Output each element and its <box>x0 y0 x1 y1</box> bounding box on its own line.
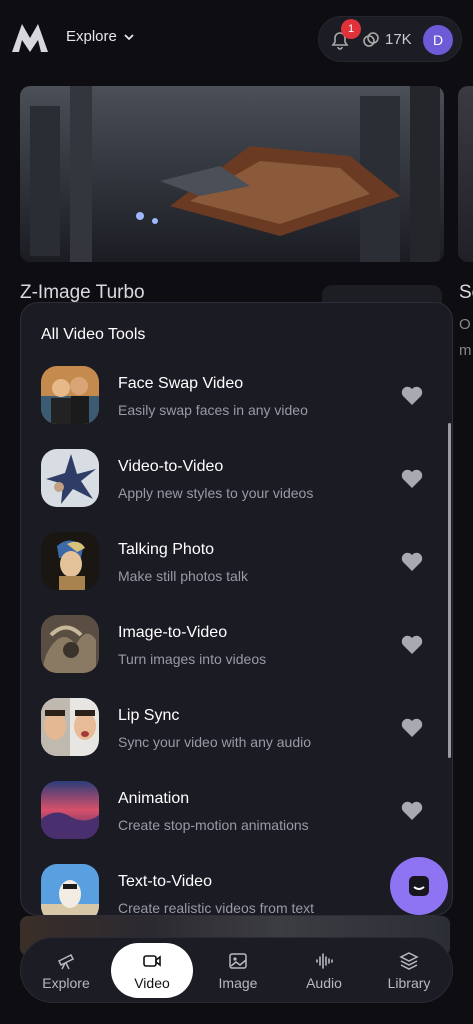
lip-sync-thumbnail <box>41 698 99 756</box>
explore-dropdown[interactable]: Explore <box>66 28 135 45</box>
account-pill: 1 17K D <box>318 16 462 62</box>
tool-item-animation[interactable]: Animation Create stop-motion animations <box>21 781 452 864</box>
spaceship-illustration <box>20 86 444 262</box>
chevron-down-icon <box>124 33 134 40</box>
chat-icon <box>409 876 429 896</box>
telescope-icon <box>57 953 75 969</box>
tool-description: Sync your video with any audio <box>118 734 311 750</box>
chat-support-button[interactable] <box>390 857 448 915</box>
featured-title: Z-Image Turbo <box>20 282 145 303</box>
heart-icon[interactable] <box>400 550 424 572</box>
avatar[interactable]: D <box>423 25 453 55</box>
explore-dropdown-label: Explore <box>66 28 117 45</box>
nav-video[interactable]: Video <box>111 943 193 998</box>
nav-label: Image <box>218 974 258 991</box>
top-bar: Explore 1 17K D <box>0 0 473 76</box>
heart-icon[interactable] <box>400 633 424 655</box>
tool-name: Animation <box>118 790 190 807</box>
heart-icon[interactable] <box>400 799 424 821</box>
tool-description: Create realistic videos from text <box>118 900 315 916</box>
tool-description: Turn images into videos <box>118 651 267 667</box>
tool-name: Video-to-Video <box>118 458 224 475</box>
tool-item-video-to-video[interactable]: Video-to-Video Apply new styles to your … <box>21 449 452 532</box>
nav-image[interactable]: Image <box>197 943 279 998</box>
image-icon <box>229 952 247 969</box>
nav-label: Video <box>134 974 170 991</box>
notification-badge: 1 <box>341 19 361 39</box>
tool-item-talking-photo[interactable]: Talking Photo Make still photos talk <box>21 532 452 615</box>
nav-label: Audio <box>306 974 342 991</box>
tool-description: Easily swap faces in any video <box>118 402 308 418</box>
tool-item-lip-sync[interactable]: Lip Sync Sync your video with any audio <box>21 698 452 781</box>
tool-name: Image-to-Video <box>118 624 228 641</box>
animation-thumbnail <box>41 781 99 839</box>
next-featured-image[interactable] <box>458 86 473 262</box>
nav-label: Explore <box>42 974 90 991</box>
heart-icon[interactable] <box>400 716 424 738</box>
heart-icon[interactable] <box>400 384 424 406</box>
text-to-video-thumbnail <box>41 864 99 915</box>
tool-description: Make still photos talk <box>118 568 248 584</box>
tool-item-face-swap-video[interactable]: Face Swap Video Easily swap faces in any… <box>21 366 452 449</box>
tool-name: Lip Sync <box>118 707 180 724</box>
layers-icon <box>399 951 419 970</box>
app-logo-icon[interactable] <box>10 20 50 54</box>
face-swap-thumbnail <box>41 366 99 424</box>
video-tools-panel: All Video Tools Face Swap Video Easily s… <box>20 302 453 916</box>
tool-description: Create stop-motion animations <box>118 817 309 833</box>
talking-photo-thumbnail <box>41 532 99 590</box>
featured-image[interactable] <box>20 86 444 262</box>
tool-name: Text-to-Video <box>118 873 212 890</box>
credits-icon <box>363 32 379 47</box>
nav-library[interactable]: Library <box>368 943 450 998</box>
tool-description: Apply new styles to your videos <box>118 485 314 501</box>
heart-icon[interactable] <box>400 467 424 489</box>
bottom-nav: Explore Video Image Audio Library <box>20 937 453 1003</box>
video-camera-icon <box>143 954 161 967</box>
image-to-video-thumbnail <box>41 615 99 673</box>
nav-explore[interactable]: Explore <box>25 943 107 998</box>
tool-name: Face Swap Video <box>118 375 244 392</box>
video-to-video-thumbnail <box>41 449 99 507</box>
next-featured-subtitle: O m <box>459 316 472 359</box>
waveform-icon <box>316 952 333 969</box>
panel-title: All Video Tools <box>41 326 146 343</box>
tool-item-image-to-video[interactable]: Image-to-Video Turn images into videos <box>21 615 452 698</box>
nav-label: Library <box>387 974 431 991</box>
nav-audio[interactable]: Audio <box>283 943 365 998</box>
credits-count: 17K <box>385 31 412 48</box>
tool-item-text-to-video[interactable]: Text-to-Video Create realistic videos fr… <box>21 864 452 916</box>
tool-name: Talking Photo <box>118 541 215 558</box>
next-featured-title: Se <box>459 282 473 303</box>
